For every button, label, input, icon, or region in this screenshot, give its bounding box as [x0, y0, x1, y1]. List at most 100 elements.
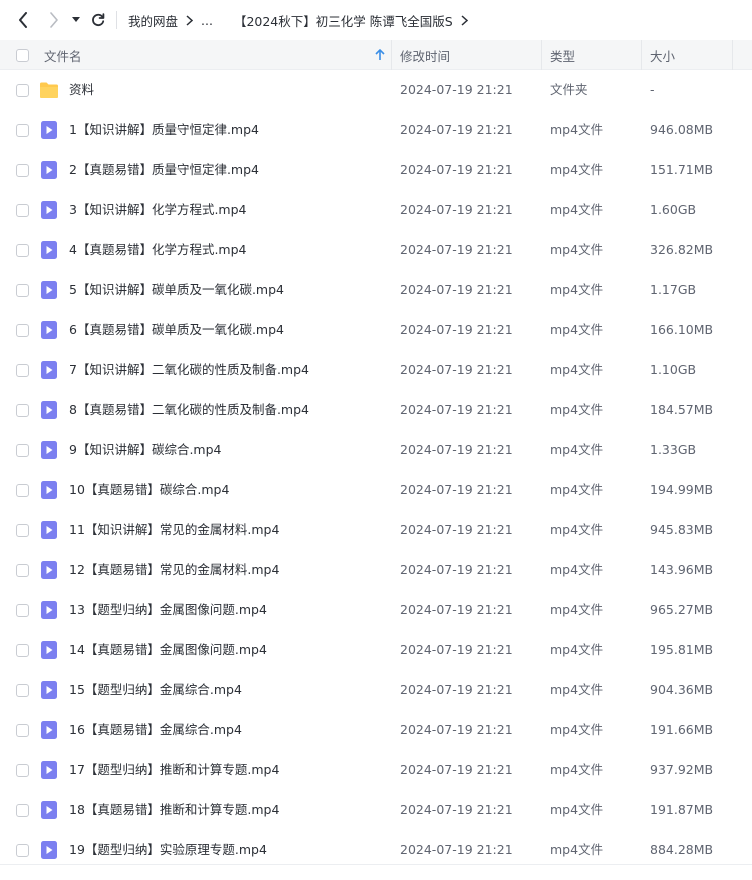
file-name[interactable]: 14【真题易错】金属图像问题.mp4 — [69, 630, 267, 670]
column-header-type[interactable]: 类型 — [550, 40, 575, 70]
column-divider[interactable] — [641, 40, 642, 70]
file-size: 143.96MB — [650, 562, 714, 577]
file-size: 1.60GB — [650, 202, 697, 217]
row-checkbox[interactable] — [14, 122, 30, 138]
file-row[interactable]: 1【知识讲解】质量守恒定律.mp4 2024-07-19 21:21 mp4文件 94… — [0, 110, 752, 150]
file-type: mp4文件 — [550, 242, 604, 257]
file-name[interactable]: 5【知识讲解】碳单质及一氧化碳.mp4 — [69, 270, 284, 310]
column-divider[interactable] — [541, 40, 542, 70]
breadcrumb-ellipsis[interactable]: ... — [201, 13, 213, 28]
sort-ascending-icon[interactable] — [374, 48, 386, 62]
file-name[interactable]: 4【真题易错】化学方程式.mp4 — [69, 230, 247, 270]
file-row[interactable]: 3【知识讲解】化学方程式.mp4 2024-07-19 21:21 mp4文件 1.6… — [0, 190, 752, 230]
file-row[interactable]: 16【真题易错】金属综合.mp4 2024-07-19 21:21 mp4文件 191… — [0, 710, 752, 750]
row-checkbox[interactable] — [14, 562, 30, 578]
file-name[interactable]: 8【真题易错】二氧化碳的性质及制备.mp4 — [69, 390, 309, 430]
column-header-modified[interactable]: 修改时间 — [400, 40, 450, 70]
file-row[interactable]: 18【真题易错】推断和计算专题.mp4 2024-07-19 21:21 mp4文件… — [0, 790, 752, 830]
modified-time: 2024-07-19 21:21 — [400, 242, 513, 257]
file-name[interactable]: 13【题型归纳】金属图像问题.mp4 — [69, 590, 267, 630]
row-checkbox[interactable] — [14, 682, 30, 698]
file-name[interactable]: 18【真题易错】推断和计算专题.mp4 — [69, 790, 279, 830]
file-row[interactable]: 5【知识讲解】碳单质及一氧化碳.mp4 2024-07-19 21:21 mp4文件… — [0, 270, 752, 310]
row-checkbox[interactable] — [14, 522, 30, 538]
file-size: 945.83MB — [650, 522, 714, 537]
file-type: mp4文件 — [550, 682, 604, 697]
row-checkbox[interactable] — [14, 602, 30, 618]
file-row[interactable]: 12【真题易错】常见的金属材料.mp4 2024-07-19 21:21 mp4文件… — [0, 550, 752, 590]
file-row[interactable]: 6【真题易错】碳单质及一氧化碳.mp4 2024-07-19 21:21 mp4文件… — [0, 310, 752, 350]
video-icon — [39, 361, 59, 379]
modified-time: 2024-07-19 21:21 — [400, 162, 513, 177]
column-header-name[interactable]: 文件名 — [44, 40, 82, 70]
file-row[interactable]: 10【真题易错】碳综合.mp4 2024-07-19 21:21 mp4文件 194.… — [0, 470, 752, 510]
file-type: mp4文件 — [550, 362, 604, 377]
file-row[interactable]: 15【题型归纳】金属综合.mp4 2024-07-19 21:21 mp4文件 904… — [0, 670, 752, 710]
forward-arrow-icon — [50, 12, 58, 28]
row-checkbox[interactable] — [14, 282, 30, 298]
modified-time: 2024-07-19 21:21 — [400, 322, 513, 337]
breadcrumb-current-folder[interactable]: 【2024秋下】初三化学 陈谭飞全国版S — [234, 11, 453, 30]
file-name[interactable]: 2【真题易错】质量守恒定律.mp4 — [69, 150, 259, 190]
file-row[interactable]: 7【知识讲解】二氧化碳的性质及制备.mp4 2024-07-19 21:21 mp4… — [0, 350, 752, 390]
file-name[interactable]: 12【真题易错】常见的金属材料.mp4 — [69, 550, 279, 590]
file-type: mp4文件 — [550, 762, 604, 777]
file-type: mp4文件 — [550, 522, 604, 537]
row-checkbox[interactable] — [14, 322, 30, 338]
row-checkbox[interactable] — [14, 802, 30, 818]
file-name[interactable]: 7【知识讲解】二氧化碳的性质及制备.mp4 — [69, 350, 309, 390]
file-name[interactable]: 16【真题易错】金属综合.mp4 — [69, 710, 242, 750]
row-checkbox[interactable] — [14, 362, 30, 378]
file-name[interactable]: 17【题型归纳】推断和计算专题.mp4 — [69, 750, 279, 790]
back-button[interactable] — [11, 8, 35, 32]
row-checkbox[interactable] — [14, 722, 30, 738]
file-name[interactable]: 1【知识讲解】质量守恒定律.mp4 — [69, 110, 259, 150]
row-checkbox[interactable] — [14, 642, 30, 658]
file-type: mp4文件 — [550, 642, 604, 657]
file-row[interactable]: 9【知识讲解】碳综合.mp4 2024-07-19 21:21 mp4文件 1.33G… — [0, 430, 752, 470]
file-name[interactable]: 15【题型归纳】金属综合.mp4 — [69, 670, 242, 710]
file-row[interactable]: 13【题型归纳】金属图像问题.mp4 2024-07-19 21:21 mp4文件 9… — [0, 590, 752, 630]
column-divider[interactable] — [391, 40, 392, 70]
modified-time: 2024-07-19 21:21 — [400, 202, 513, 217]
modified-time: 2024-07-19 21:21 — [400, 482, 513, 497]
file-name[interactable]: 3【知识讲解】化学方程式.mp4 — [69, 190, 247, 230]
file-name[interactable]: 11【知识讲解】常见的金属材料.mp4 — [69, 510, 279, 550]
back-arrow-icon — [19, 12, 27, 28]
folder-row[interactable]: 资料 2024-07-19 21:21 文件夹 - — [0, 70, 752, 110]
row-checkbox[interactable] — [14, 82, 30, 98]
file-row[interactable]: 11【知识讲解】常见的金属材料.mp4 2024-07-19 21:21 mp4文件… — [0, 510, 752, 550]
row-checkbox[interactable] — [14, 842, 30, 858]
row-checkbox[interactable] — [14, 442, 30, 458]
row-checkbox[interactable] — [14, 402, 30, 418]
column-header-size[interactable]: 大小 — [650, 40, 675, 70]
modified-time: 2024-07-19 21:21 — [400, 362, 513, 377]
row-checkbox[interactable] — [14, 482, 30, 498]
file-name[interactable]: 9【知识讲解】碳综合.mp4 — [69, 430, 222, 470]
file-row[interactable]: 14【真题易错】金属图像问题.mp4 2024-07-19 21:21 mp4文件 1… — [0, 630, 752, 670]
file-size: - — [650, 82, 655, 97]
breadcrumb-root[interactable]: 我的网盘 — [128, 11, 178, 30]
refresh-button[interactable] — [86, 8, 110, 32]
forward-button[interactable] — [42, 8, 66, 32]
file-row[interactable]: 4【真题易错】化学方程式.mp4 2024-07-19 21:21 mp4文件 326… — [0, 230, 752, 270]
file-size: 904.36MB — [650, 682, 714, 697]
file-name[interactable]: 10【真题易错】碳综合.mp4 — [69, 470, 229, 510]
file-name[interactable]: 6【真题易错】碳单质及一氧化碳.mp4 — [69, 310, 284, 350]
row-checkbox[interactable] — [14, 202, 30, 218]
navigation-bar: 我的网盘 ... 【2024秋下】初三化学 陈谭飞全国版S — [0, 0, 752, 40]
row-checkbox[interactable] — [14, 162, 30, 178]
file-row[interactable]: 8【真题易错】二氧化碳的性质及制备.mp4 2024-07-19 21:21 mp4… — [0, 390, 752, 430]
file-row[interactable]: 2【真题易错】质量守恒定律.mp4 2024-07-19 21:21 mp4文件 15… — [0, 150, 752, 190]
file-size: 184.57MB — [650, 402, 714, 417]
file-size: 166.10MB — [650, 322, 714, 337]
history-dropdown-button[interactable] — [66, 8, 86, 32]
file-row[interactable]: 17【题型归纳】推断和计算专题.mp4 2024-07-19 21:21 mp4文件… — [0, 750, 752, 790]
file-type: 文件夹 — [550, 82, 588, 97]
row-checkbox[interactable] — [14, 242, 30, 258]
file-name[interactable]: 资料 — [69, 70, 94, 110]
row-checkbox[interactable] — [14, 762, 30, 778]
video-icon — [39, 401, 59, 419]
column-divider[interactable] — [732, 40, 733, 70]
select-all-checkbox[interactable] — [14, 47, 30, 63]
